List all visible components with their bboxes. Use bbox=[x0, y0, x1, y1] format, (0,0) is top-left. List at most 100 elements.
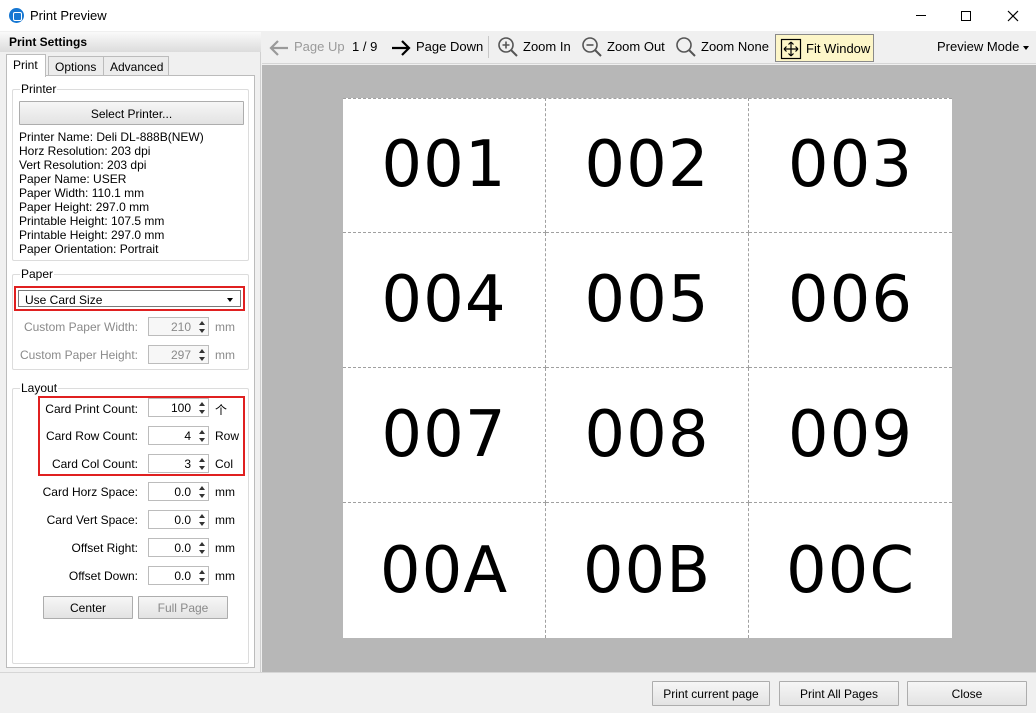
print-settings-header: Print Settings bbox=[0, 32, 261, 52]
card-cell: 005 bbox=[546, 233, 749, 368]
custom-paper-height-unit: mm bbox=[215, 348, 235, 362]
paper-group-label: Paper bbox=[20, 267, 55, 281]
fit-window-label: Fit Window bbox=[806, 41, 871, 56]
card-vert-space-label: Card Vert Space: bbox=[46, 513, 138, 527]
card-col-count-unit: Col bbox=[215, 457, 234, 471]
maximize-icon bbox=[961, 10, 971, 21]
paper-size-select[interactable]: Use Card Size bbox=[14, 286, 245, 311]
offset-down-input[interactable]: 0.0 bbox=[148, 566, 209, 585]
card-row-count-unit: Row bbox=[215, 429, 240, 443]
chevron-down-icon bbox=[227, 298, 233, 302]
select-printer-button[interactable]: Select Printer... bbox=[19, 101, 244, 125]
tab-options[interactable]: Options bbox=[48, 56, 104, 76]
custom-paper-height-label: Custom Paper Height: bbox=[19, 348, 138, 362]
card-horz-space-unit: mm bbox=[215, 485, 235, 499]
offset-right-unit: mm bbox=[215, 541, 235, 555]
offset-right-input[interactable]: 0.0 bbox=[148, 538, 209, 557]
paper-height-info: Paper Height: 297.0 mm bbox=[19, 200, 150, 214]
custom-paper-width-unit: mm bbox=[215, 320, 235, 334]
custom-paper-height-input[interactable]: 297 bbox=[148, 345, 209, 364]
card-cell: 00B bbox=[546, 503, 749, 638]
offset-down-unit: mm bbox=[215, 569, 235, 583]
spin-arrows-icon bbox=[198, 401, 206, 415]
bottom-button-bar: Print current page Print All Pages Close bbox=[0, 672, 1036, 713]
card-cell: 007 bbox=[343, 368, 546, 503]
minimize-button[interactable] bbox=[898, 0, 944, 31]
maximize-button[interactable] bbox=[943, 0, 989, 31]
print-current-page-button[interactable]: Print current page bbox=[652, 681, 770, 706]
close-button[interactable]: Close bbox=[907, 681, 1027, 706]
printer-group-label: Printer bbox=[20, 82, 58, 96]
fit-window-icon bbox=[780, 38, 802, 60]
paper-width-info: Paper Width: 110.1 mm bbox=[19, 186, 145, 200]
page-top-border bbox=[343, 98, 952, 99]
preview-area: 001 002 003 004 005 006 007 008 009 00A … bbox=[262, 65, 1036, 672]
offset-right-label: Offset Right: bbox=[71, 541, 138, 555]
spin-arrows-icon bbox=[198, 485, 206, 499]
close-window-button[interactable] bbox=[990, 0, 1036, 31]
zoom-out-icon[interactable] bbox=[581, 36, 603, 58]
offset-down-label: Offset Down: bbox=[68, 569, 138, 583]
printable-height-info: Printable Height: 107.5 mm bbox=[19, 214, 165, 228]
page-up-button[interactable]: Page Up bbox=[294, 39, 345, 54]
minimize-icon bbox=[916, 15, 926, 16]
spin-arrows-icon bbox=[198, 320, 206, 334]
spin-arrows-icon bbox=[198, 429, 206, 443]
custom-paper-width-label: Custom Paper Width: bbox=[23, 320, 138, 334]
card-cell: 002 bbox=[546, 98, 749, 233]
vert-resolution-info: Vert Resolution: 203 dpi bbox=[19, 158, 147, 172]
toolbar-separator bbox=[488, 36, 489, 58]
zoom-none-button[interactable]: Zoom None bbox=[701, 39, 769, 54]
window-title: Print Preview bbox=[30, 8, 107, 23]
card-vert-space-input[interactable]: 0.0 bbox=[148, 510, 209, 529]
card-cell: 004 bbox=[343, 233, 546, 368]
card-print-count-label: Card Print Count: bbox=[45, 402, 138, 416]
card-print-count-unit: 个 bbox=[215, 403, 228, 417]
preview-toolbar: Page Up 1 / 9 Page Down Zoom In Zoom Out… bbox=[262, 32, 1036, 64]
card-cell: 001 bbox=[343, 98, 546, 233]
layout-group-label: Layout bbox=[20, 381, 59, 395]
card-col-count-label: Card Col Count: bbox=[51, 457, 138, 471]
custom-paper-width-input[interactable]: 210 bbox=[148, 317, 209, 336]
card-row-count-input[interactable]: 4 bbox=[148, 426, 209, 445]
horz-resolution-info: Horz Resolution: 203 dpi bbox=[19, 144, 151, 158]
spin-arrows-icon bbox=[198, 569, 206, 583]
center-button[interactable]: Center bbox=[43, 596, 133, 619]
printer-name-info: Printer Name: Deli DL-888B(NEW) bbox=[19, 130, 204, 144]
card-horz-space-input[interactable]: 0.0 bbox=[148, 482, 209, 501]
arrow-left-icon[interactable] bbox=[268, 38, 290, 58]
zoom-none-icon[interactable] bbox=[675, 36, 697, 58]
card-cell: 003 bbox=[749, 98, 952, 233]
tab-print[interactable]: Print bbox=[6, 54, 46, 77]
full-page-button[interactable]: Full Page bbox=[138, 596, 228, 619]
card-vert-space-unit: mm bbox=[215, 513, 235, 527]
paper-name-info: Paper Name: USER bbox=[19, 172, 127, 186]
card-print-count-input[interactable]: 100 bbox=[148, 398, 209, 417]
close-icon bbox=[1007, 10, 1019, 21]
card-col-count-input[interactable]: 3 bbox=[148, 454, 209, 473]
spin-arrows-icon bbox=[198, 457, 206, 471]
card-cell: 006 bbox=[749, 233, 952, 368]
zoom-out-button[interactable]: Zoom Out bbox=[607, 39, 665, 54]
printable-height-info-2: Printable Height: 297.0 mm bbox=[19, 228, 165, 242]
zoom-in-icon[interactable] bbox=[497, 36, 519, 58]
preview-mode-dropdown[interactable]: Preview Mode bbox=[937, 39, 1019, 54]
preview-page: 001 002 003 004 005 006 007 008 009 00A … bbox=[343, 98, 952, 638]
card-horz-space-label: Card Horz Space: bbox=[42, 485, 138, 499]
tab-advanced[interactable]: Advanced bbox=[103, 56, 169, 76]
spin-arrows-icon bbox=[198, 513, 206, 527]
card-cell: 009 bbox=[749, 368, 952, 503]
fit-window-button[interactable]: Fit Window bbox=[775, 34, 874, 62]
print-settings-panel: Print Settings Print Options Advanced Pr… bbox=[0, 32, 261, 672]
print-all-pages-button[interactable]: Print All Pages bbox=[779, 681, 899, 706]
card-cell: 008 bbox=[546, 368, 749, 503]
chevron-down-icon bbox=[1023, 46, 1029, 50]
page-down-button[interactable]: Page Down bbox=[416, 39, 483, 54]
spin-arrows-icon bbox=[198, 541, 206, 555]
title-bar: Print Preview bbox=[0, 0, 1036, 31]
spin-arrows-icon bbox=[198, 348, 206, 362]
card-cell: 00A bbox=[343, 503, 546, 638]
zoom-in-button[interactable]: Zoom In bbox=[523, 39, 571, 54]
card-cell: 00C bbox=[785, 533, 916, 608]
arrow-right-icon[interactable] bbox=[390, 38, 412, 58]
